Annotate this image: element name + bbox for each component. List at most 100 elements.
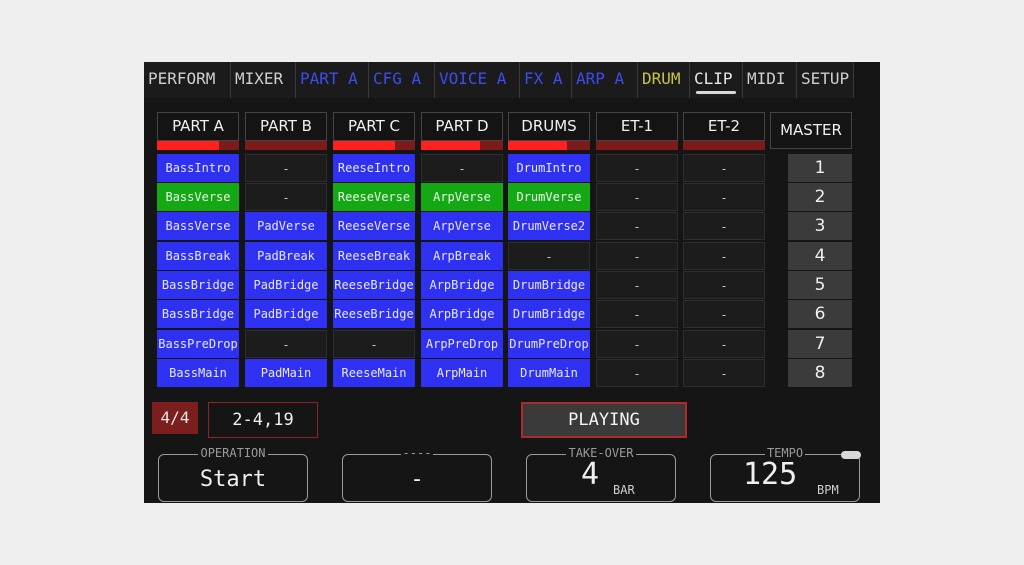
clip-slot[interactable]: ReeseBridge xyxy=(333,271,415,299)
clip-slot[interactable]: - xyxy=(421,154,503,182)
track-level-meter xyxy=(508,141,590,150)
active-tab-underline xyxy=(696,91,736,94)
clip-slot[interactable]: - xyxy=(683,330,765,358)
scene-launch-button[interactable]: 4 xyxy=(788,242,852,270)
unassigned-knob[interactable]: ---- - xyxy=(342,446,492,502)
tab-label: CFG A xyxy=(373,69,422,88)
clip-slot[interactable]: - xyxy=(683,212,765,240)
operation-knob[interactable]: OPERATION Start xyxy=(158,446,308,502)
clip-slot[interactable]: BassVerse xyxy=(157,212,239,240)
clip-slot[interactable]: - xyxy=(245,154,327,182)
clip-slot[interactable]: BassMain xyxy=(157,359,239,387)
clip-slot[interactable]: - xyxy=(596,300,678,328)
track-header-part-c[interactable]: PART C xyxy=(333,112,415,141)
track-header-et-2[interactable]: ET-2 xyxy=(683,112,765,141)
song-position: 2-4,19 xyxy=(208,402,318,438)
tab-setup[interactable]: SETUP xyxy=(797,62,854,98)
clip-slot[interactable]: ArpBridge xyxy=(421,271,503,299)
clip-slot[interactable]: BassBridge xyxy=(157,271,239,299)
tab-midi[interactable]: MIDI xyxy=(743,62,797,98)
unassigned-label: ---- xyxy=(400,446,434,460)
track-header-part-b[interactable]: PART B xyxy=(245,112,327,141)
tab-drum[interactable]: DRUM xyxy=(638,62,690,98)
tab-label: VOICE A xyxy=(439,69,507,88)
tab-perform[interactable]: PERFORM xyxy=(144,62,231,98)
clip-slot[interactable]: DrumBridge xyxy=(508,271,590,299)
clip-slot[interactable]: ReeseIntro xyxy=(333,154,415,182)
clip-slot[interactable]: ReeseMain xyxy=(333,359,415,387)
clip-slot[interactable]: DrumBridge xyxy=(508,300,590,328)
clip-slot[interactable]: BassPreDrop xyxy=(157,330,239,358)
clip-slot[interactable]: ArpMain xyxy=(421,359,503,387)
clip-slot[interactable]: ArpPreDrop xyxy=(421,330,503,358)
clip-slot[interactable]: - xyxy=(245,183,327,211)
clip-slot[interactable]: - xyxy=(596,242,678,270)
tab-cfg-a[interactable]: CFG A xyxy=(369,62,435,98)
clip-slot[interactable]: ReeseVerse xyxy=(333,212,415,240)
master-header: MASTER xyxy=(770,112,852,149)
clip-slot[interactable]: - xyxy=(683,154,765,182)
clip-slot[interactable]: DrumIntro xyxy=(508,154,590,182)
clip-slot[interactable]: - xyxy=(683,359,765,387)
clip-slot[interactable]: PadVerse xyxy=(245,212,327,240)
clip-slot[interactable]: - xyxy=(596,330,678,358)
clip-slot[interactable]: ArpBridge xyxy=(421,300,503,328)
track-header-drums[interactable]: DRUMS xyxy=(508,112,590,141)
clip-slot[interactable]: PadBridge xyxy=(245,300,327,328)
clip-slot[interactable]: - xyxy=(596,359,678,387)
tempo-unit: BPM xyxy=(817,483,839,497)
track-header-part-a[interactable]: PART A xyxy=(157,112,239,141)
clip-slot[interactable]: DrumVerse xyxy=(508,183,590,211)
clip-slot[interactable]: - xyxy=(596,212,678,240)
clip-slot[interactable]: - xyxy=(245,330,327,358)
track-level-meter xyxy=(333,141,415,150)
scene-launch-button[interactable]: 2 xyxy=(788,183,852,211)
tab-mixer[interactable]: MIXER xyxy=(231,62,296,98)
clip-slot[interactable]: - xyxy=(683,300,765,328)
clip-slot[interactable]: - xyxy=(683,242,765,270)
track-level-fill xyxy=(421,141,481,150)
tab-part-a[interactable]: PART A xyxy=(296,62,369,98)
clip-slot[interactable]: BassIntro xyxy=(157,154,239,182)
clip-slot[interactable]: - xyxy=(508,242,590,270)
clip-slot[interactable]: PadBreak xyxy=(245,242,327,270)
clip-slot[interactable]: PadMain xyxy=(245,359,327,387)
clip-slot[interactable]: - xyxy=(683,183,765,211)
clip-slot[interactable]: DrumMain xyxy=(508,359,590,387)
tab-clip[interactable]: CLIP xyxy=(690,62,743,98)
clip-slot[interactable]: BassBreak xyxy=(157,242,239,270)
clip-slot[interactable]: BassBridge xyxy=(157,300,239,328)
takeover-knob[interactable]: TAKE-OVER 4 BAR xyxy=(526,446,676,502)
operation-label: OPERATION xyxy=(198,446,268,460)
scene-launch-button[interactable]: 8 xyxy=(788,359,852,387)
clip-slot[interactable]: ArpVerse xyxy=(421,183,503,211)
clip-slot[interactable]: ArpVerse xyxy=(421,212,503,240)
clip-slot[interactable]: BassVerse xyxy=(157,183,239,211)
clip-slot[interactable]: ArpBreak xyxy=(421,242,503,270)
transport-state-button[interactable]: PLAYING xyxy=(521,402,687,438)
tab-voice-a[interactable]: VOICE A xyxy=(435,62,520,98)
clip-slot[interactable]: ReeseBridge xyxy=(333,300,415,328)
scene-launch-button[interactable]: 6 xyxy=(788,300,852,328)
clip-slot[interactable]: - xyxy=(683,271,765,299)
clip-slot[interactable]: - xyxy=(333,330,415,358)
clip-slot[interactable]: DrumPreDrop xyxy=(508,330,590,358)
clip-slot[interactable]: - xyxy=(596,154,678,182)
scene-launch-button[interactable]: 7 xyxy=(788,330,852,358)
clip-slot[interactable]: - xyxy=(596,183,678,211)
tempo-value: 125 xyxy=(743,457,798,492)
tab-arp-a[interactable]: ARP A xyxy=(572,62,638,98)
clip-slot[interactable]: - xyxy=(596,271,678,299)
scene-launch-button[interactable]: 5 xyxy=(788,271,852,299)
track-level-meter xyxy=(157,141,239,150)
clip-slot[interactable]: PadBridge xyxy=(245,271,327,299)
tab-fx-a[interactable]: FX A xyxy=(520,62,572,98)
scene-launch-button[interactable]: 3 xyxy=(788,212,852,240)
tempo-knob[interactable]: TEMPO 125 BPM xyxy=(710,446,861,502)
clip-slot[interactable]: ReeseBreak xyxy=(333,242,415,270)
track-header-part-d[interactable]: PART D xyxy=(421,112,503,141)
clip-slot[interactable]: ReeseVerse xyxy=(333,183,415,211)
track-header-et-1[interactable]: ET-1 xyxy=(596,112,678,141)
scene-launch-button[interactable]: 1 xyxy=(788,154,852,182)
clip-slot[interactable]: DrumVerse2 xyxy=(508,212,590,240)
